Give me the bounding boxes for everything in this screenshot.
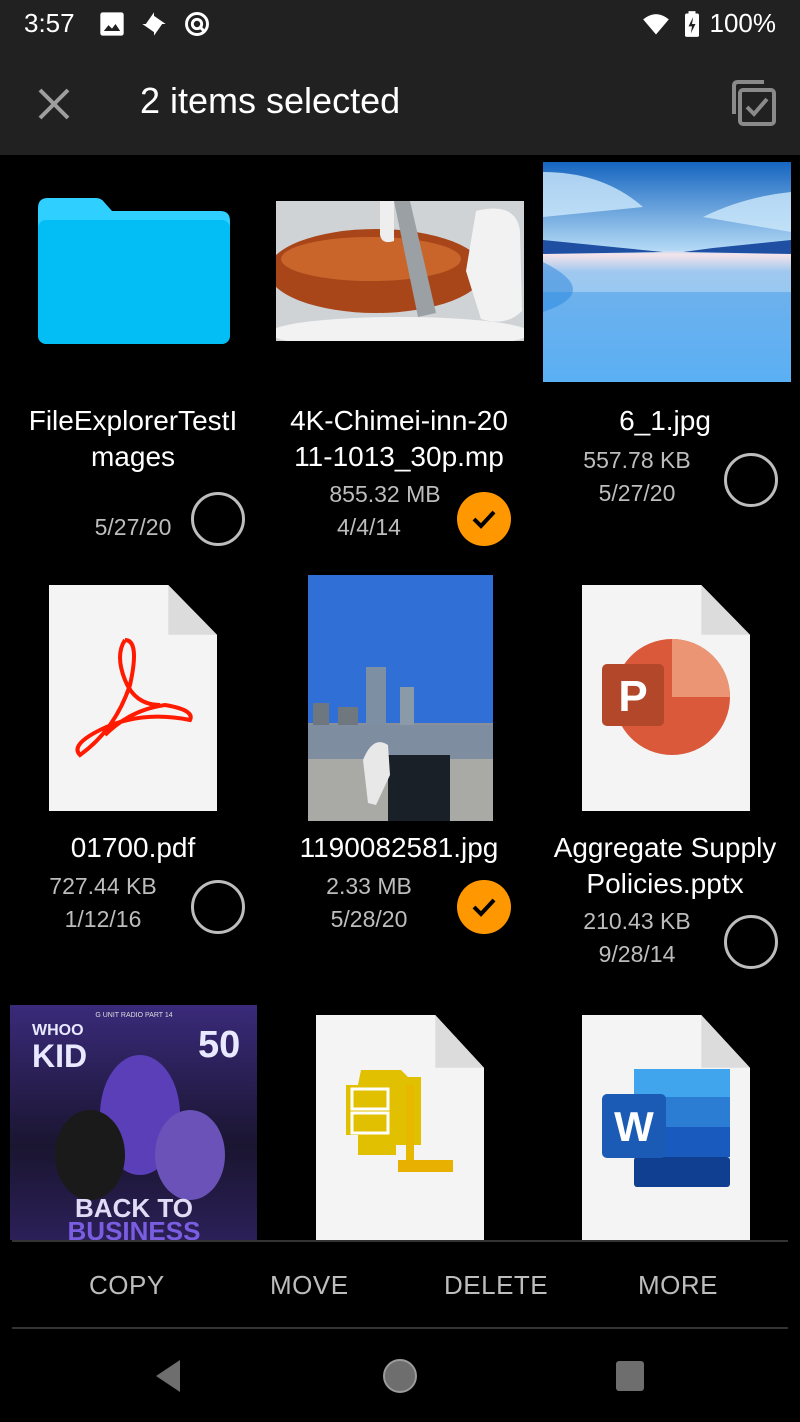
svg-text:W: W <box>614 1103 654 1150</box>
archive-icon <box>346 1070 453 1172</box>
file-item-video[interactable]: 4K-Chimei-inn-20 11-1013_30p.mp 855.32 M… <box>266 155 532 575</box>
image-icon <box>100 12 124 36</box>
svg-text:KID: KID <box>32 1038 87 1074</box>
file-name: 6_1.jpg <box>619 405 711 436</box>
word-icon: W <box>602 1069 730 1187</box>
image-thumbnail <box>308 575 493 821</box>
action-bar: 2 items selected <box>0 50 800 155</box>
check-icon <box>472 510 496 529</box>
image-thumbnail <box>543 162 791 382</box>
more-button[interactable]: MORE <box>638 1270 718 1301</box>
select-checkbox-checked[interactable] <box>457 880 511 934</box>
file-item-image[interactable]: 6_1.jpg 557.78 KB 5/27/20 <box>532 155 798 575</box>
file-item-image[interactable]: 1190082581.jpg 2.33 MB 5/28/20 <box>266 575 532 1005</box>
back-icon[interactable] <box>148 1356 188 1396</box>
file-name: 01700.pdf <box>70 832 196 863</box>
file-name-line2: 11-1013_30p.mp <box>294 441 504 472</box>
file-name: 4K-Chimei-inn-20 <box>290 405 508 436</box>
svg-text:50: 50 <box>198 1024 240 1066</box>
svg-text:P: P <box>618 672 647 721</box>
file-grid: FileExplorerTestI mages 5/27/20 4K-Chime… <box>0 155 800 1240</box>
select-checkbox-checked[interactable] <box>457 492 511 546</box>
video-thumbnail <box>276 201 524 341</box>
file-name: Aggregate Supply <box>553 832 777 863</box>
vpn-icon <box>185 12 209 36</box>
file-item-pdf[interactable]: 01700.pdf 727.44 KB 1/12/16 <box>0 575 266 1005</box>
select-all-icon[interactable] <box>726 76 782 132</box>
select-checkbox[interactable] <box>724 453 778 507</box>
file-name: FileExplorerTestI <box>28 405 238 436</box>
select-checkbox[interactable] <box>724 915 778 969</box>
home-icon[interactable] <box>380 1356 420 1396</box>
delete-button[interactable]: DELETE <box>444 1270 548 1301</box>
wifi-icon <box>643 14 669 35</box>
svg-text:BUSINESS: BUSINESS <box>68 1216 201 1240</box>
file-name-line2: mages <box>90 441 176 472</box>
battery-percent: 100% <box>709 8 777 38</box>
svg-text:G UNIT RADIO PART 14: G UNIT RADIO PART 14 <box>95 1012 172 1019</box>
album-cover-thumbnail: G UNIT RADIO PART 14 WHOO KID 50 BACK TO… <box>10 1005 257 1240</box>
status-bar: 3:57 100% <box>0 0 800 50</box>
battery-charging-icon <box>685 11 699 37</box>
recents-icon[interactable] <box>610 1356 650 1396</box>
acrobat-icon <box>75 638 193 758</box>
navigation-bar <box>0 1330 800 1422</box>
close-icon[interactable] <box>28 78 80 130</box>
file-item-folder[interactable]: FileExplorerTestI mages 5/27/20 <box>0 155 266 575</box>
powerpoint-icon: P <box>602 639 730 755</box>
bottom-action-bar: COPY MOVE DELETE MORE <box>0 1242 800 1327</box>
file-item-audio[interactable]: G UNIT RADIO PART 14 WHOO KID 50 BACK TO… <box>0 1005 266 1240</box>
bottom-bar-divider <box>12 1327 788 1329</box>
check-icon <box>472 898 496 917</box>
file-name-line2: Policies.pptx <box>586 868 744 899</box>
file-name: 1190082581.jpg <box>299 832 499 863</box>
selection-title: 2 items selected <box>140 80 401 121</box>
pinwheel-icon <box>142 12 166 36</box>
svg-text:WHOO: WHOO <box>32 1022 84 1039</box>
status-time: 3:57 <box>24 8 75 38</box>
file-item-zip[interactable] <box>266 1005 532 1240</box>
folder-icon <box>38 198 230 344</box>
copy-button[interactable]: COPY <box>89 1270 165 1301</box>
file-item-pptx[interactable]: P Aggregate Supply Policies.pptx 210.43 … <box>532 575 798 1005</box>
move-button[interactable]: MOVE <box>270 1270 349 1301</box>
file-item-docx[interactable]: W <box>532 1005 798 1240</box>
